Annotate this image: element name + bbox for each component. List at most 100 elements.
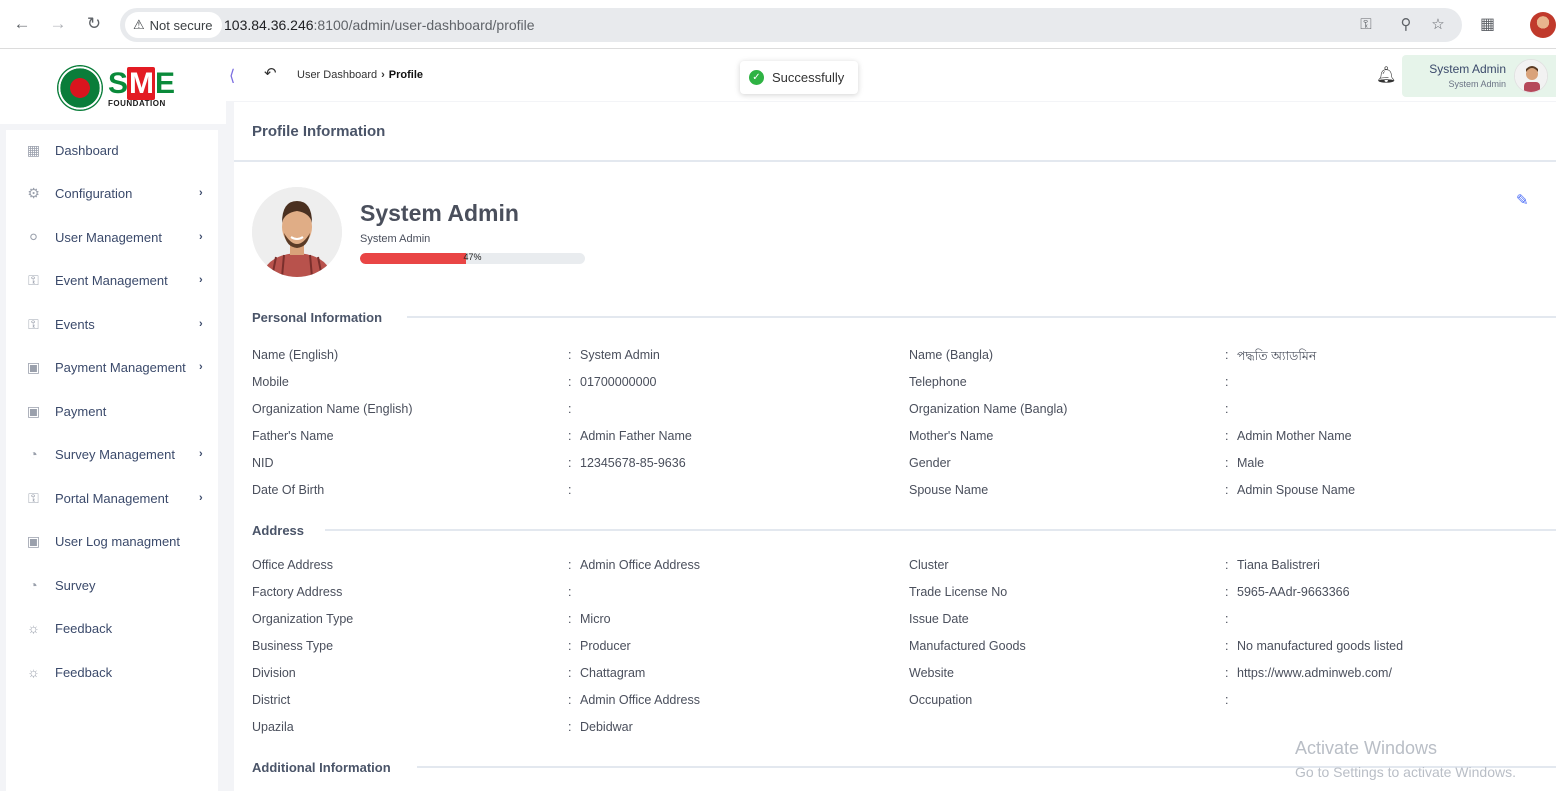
sidebar-item[interactable]: ⚙ Configuration › <box>6 177 218 209</box>
lock-icon: ⚿ <box>28 489 39 506</box>
sidebar-item[interactable]: ▣ User Log managment <box>6 525 218 557</box>
url-text[interactable]: 103.84.36.246:8100/admin/user-dashboard/… <box>224 17 535 33</box>
browser-profile-avatar[interactable] <box>1530 12 1556 38</box>
field-label: Mother's Name <box>909 429 994 443</box>
field-label: District <box>252 693 291 707</box>
sidebar-item-label: User Management <box>55 229 162 245</box>
bookmark-star-icon[interactable]: ☆ <box>1428 15 1448 35</box>
profile-completion-text: 47% <box>463 253 482 262</box>
extensions-icon[interactable]: ▦ <box>1480 14 1495 34</box>
sidebar-item[interactable]: ◔ Survey <box>6 569 218 601</box>
page-title: Profile Information <box>252 123 386 140</box>
breadcrumb-parent[interactable]: User Dashboard <box>297 69 377 81</box>
address-bar[interactable]: ⚠ Not secure 103.84.36.246:8100/admin/us… <box>120 8 1462 42</box>
pie-icon: ◔ <box>29 445 38 462</box>
field-value: Admin Spouse Name <box>1237 483 1356 497</box>
field-colon: : <box>1225 585 1229 599</box>
notification-bell-icon[interactable]: 🔔︎ <box>1376 65 1396 85</box>
url-path: :8100/admin/user-dashboard/profile <box>313 17 535 33</box>
field-colon: : <box>568 558 572 572</box>
sidebar-item-label: Payment <box>55 403 107 419</box>
toast-message: Successfully <box>772 70 845 85</box>
sidebar-item-label: Survey <box>55 577 96 593</box>
field-value: Male <box>1237 456 1265 470</box>
reload-icon[interactable]: ↻ <box>83 13 105 35</box>
field-value: Chattagram <box>580 666 646 680</box>
section-personal-title: Personal Information <box>252 310 383 325</box>
field-value: 01700000000 <box>580 375 657 389</box>
field-value: Micro <box>580 612 611 626</box>
breadcrumb: User Dashboard › Profile <box>297 69 423 81</box>
edit-icon[interactable]: ✎ <box>1516 191 1529 209</box>
chevron-right-icon[interactable]: › <box>199 231 203 243</box>
chevron-right-icon[interactable]: › <box>199 318 203 330</box>
sidebar-item[interactable]: ☼ Feedback <box>6 612 218 644</box>
sidebar-item[interactable]: ⚿ Event Management › <box>6 264 218 296</box>
browser-toolbar: ← → ↻ ⚠ Not secure 103.84.36.246:8100/ad… <box>0 0 1556 49</box>
success-toast: ✓ Successfully <box>740 61 858 94</box>
profile-avatar <box>252 187 342 277</box>
field-value: https://www.adminweb.com/ <box>1237 666 1392 680</box>
user-menu[interactable]: System Admin System Admin <box>1402 55 1556 97</box>
windows-watermark-subtitle: Go to Settings to activate Windows. <box>1295 764 1516 780</box>
field-value: Admin Office Address <box>580 693 700 707</box>
field-label: Division <box>252 666 296 680</box>
sidebar-menu: ▦ Dashboard ⚙ Configuration › ⚪ User Managemen… <box>6 130 218 791</box>
avatar <box>1514 59 1548 93</box>
field-colon: : <box>568 429 572 443</box>
feedback-icon: ☼ <box>27 619 40 636</box>
sidebar-item-label: Feedback <box>55 620 113 636</box>
field-label: Factory Address <box>252 585 343 599</box>
sidebar-item[interactable]: ▣ Payment <box>6 395 218 427</box>
zoom-icon[interactable]: ⚲ <box>1396 15 1416 35</box>
chevron-right-icon[interactable]: › <box>199 274 203 286</box>
lock-icon: ⚿ <box>28 315 39 332</box>
chevron-right-icon[interactable]: › <box>199 187 203 199</box>
sidebar-item[interactable]: ▦ Dashboard <box>6 134 218 166</box>
field-colon: : <box>568 483 572 497</box>
sidebar-item[interactable]: ☼ Feedback <box>6 656 218 688</box>
breadcrumb-current: Profile <box>388 69 423 81</box>
field-colon: : <box>568 612 572 626</box>
breadcrumb-separator: › <box>381 69 385 81</box>
profile-card: Profile Information System Admin System … <box>234 102 1556 791</box>
sidebar-logo[interactable]: SME FOUNDATION <box>0 49 226 124</box>
field-colon: : <box>568 720 572 734</box>
config-icon: ⚙ <box>27 184 40 201</box>
field-label: Occupation <box>909 693 973 707</box>
field-value: Admin Office Address <box>580 558 700 572</box>
sidebar-item[interactable]: ▣ Payment Management › <box>6 351 218 383</box>
forward-arrow-icon[interactable]: → <box>47 13 69 35</box>
section-address-title: Address <box>252 523 305 538</box>
field-label: Website <box>909 666 954 680</box>
warning-icon: ⚠ <box>133 17 145 32</box>
grid-icon: ▦ <box>26 141 41 158</box>
sidebar-item[interactable]: ⚿ Portal Management › <box>6 482 218 514</box>
logo-subtitle: FOUNDATION <box>108 99 166 108</box>
key-icon[interactable]: ⚿ <box>1356 15 1376 35</box>
field-label: Cluster <box>909 558 949 572</box>
sidebar-item-label: Configuration <box>55 185 133 201</box>
field-colon: : <box>1225 429 1229 443</box>
field-value: Tiana Balistreri <box>1237 558 1320 572</box>
sidebar-item[interactable]: ◔ Survey Management › <box>6 438 218 470</box>
chevron-right-icon[interactable]: › <box>199 361 203 373</box>
collapse-sidebar-icon[interactable]: ⟨ <box>229 66 235 86</box>
back-arrow-icon[interactable]: ← <box>11 13 33 35</box>
lock-icon: ⚿ <box>28 271 39 288</box>
security-chip[interactable]: ⚠ Not secure <box>125 12 222 38</box>
topbar <box>226 49 1556 101</box>
chevron-right-icon[interactable]: › <box>199 492 203 504</box>
sidebar-item-label: Portal Management <box>55 490 169 506</box>
field-colon: : <box>1225 666 1229 680</box>
field-label: Date Of Birth <box>252 483 325 497</box>
field-colon: : <box>1225 456 1229 470</box>
sidebar-item[interactable]: ⚪ User Management › <box>6 221 218 253</box>
field-label: Issue Date <box>909 612 969 626</box>
security-label: Not secure <box>149 17 213 33</box>
field-label: Business Type <box>252 639 334 653</box>
undo-back-icon[interactable]: ↶ <box>264 64 277 82</box>
sidebar-item[interactable]: ⚿ Events › <box>6 308 218 340</box>
chevron-right-icon[interactable]: › <box>199 448 203 460</box>
field-value: পদ্ধতি অ্যাডমিন <box>1237 349 1317 363</box>
